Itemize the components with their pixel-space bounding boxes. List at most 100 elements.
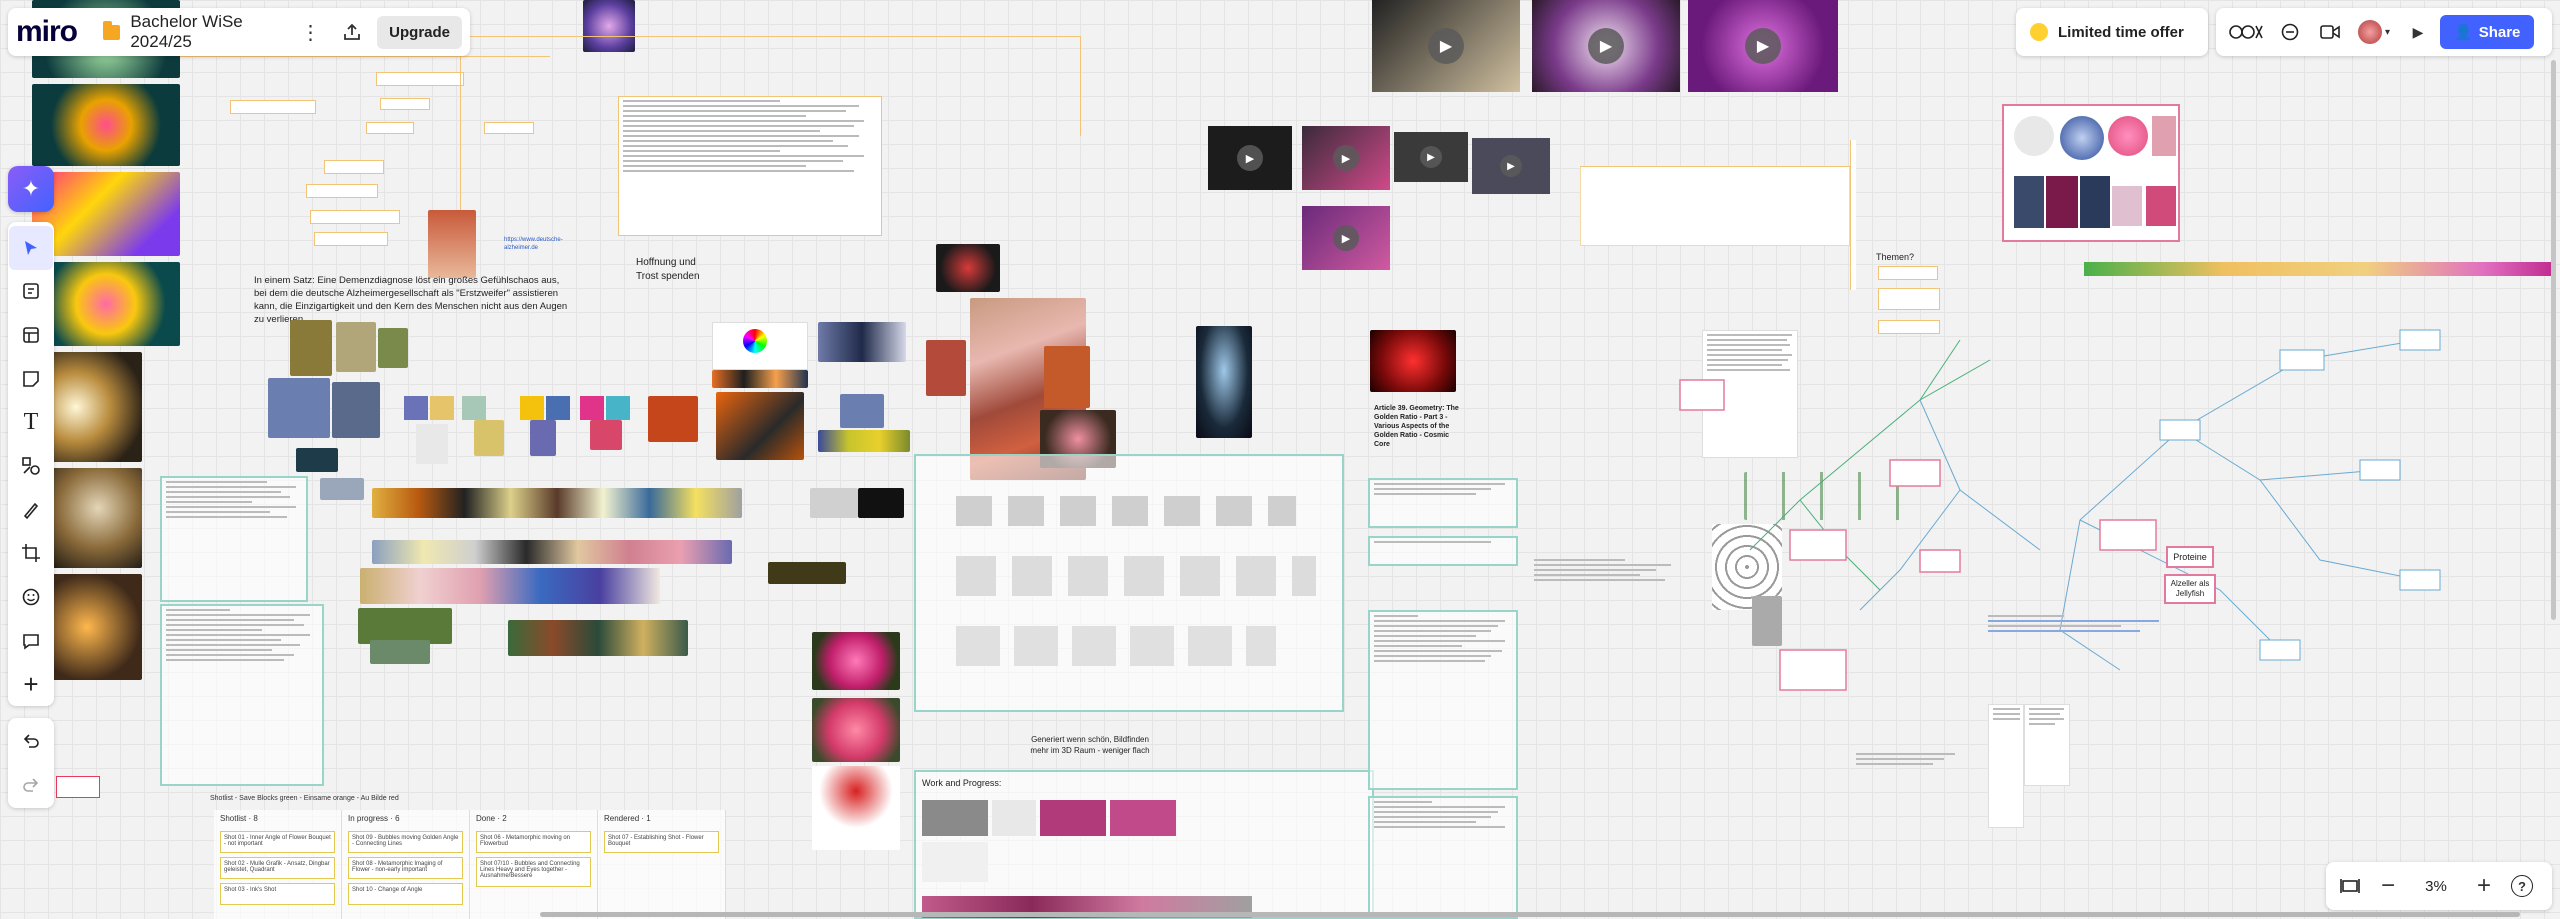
chat-icon[interactable] — [2272, 14, 2308, 50]
board-image[interactable] — [416, 424, 448, 464]
reactions-icon[interactable] — [2224, 14, 2268, 50]
frame-icon[interactable] — [9, 313, 53, 357]
board-image[interactable] — [810, 488, 858, 518]
board-canvas[interactable]: https://www.deutsche-alzheimer.de Hoffnu… — [0, 0, 2560, 919]
shapes-icon[interactable] — [9, 444, 53, 488]
board-image[interactable] — [360, 568, 660, 604]
kanban-card[interactable]: Shot 07 - Establishing Shot - Flower Bou… — [604, 831, 719, 853]
board-image[interactable] — [336, 322, 376, 372]
kanban-card[interactable]: Shot 03 - Ink's Shot — [220, 883, 335, 905]
help-button[interactable]: ? — [2504, 868, 2540, 904]
board-image[interactable] — [712, 370, 808, 388]
ai-assistant-button[interactable]: ✦ — [8, 166, 54, 212]
board-image[interactable] — [926, 340, 966, 396]
emoji-icon[interactable] — [9, 575, 53, 619]
notes-frame[interactable] — [1368, 536, 1518, 566]
mindmap-node[interactable] — [376, 72, 464, 86]
mindmap-node[interactable] — [324, 160, 384, 174]
board-image[interactable] — [378, 328, 408, 368]
board-image-rose-2[interactable] — [812, 698, 900, 762]
mindmap-node[interactable] — [314, 232, 388, 246]
mindmap-node[interactable] — [380, 98, 430, 110]
play-icon[interactable]: ▶ — [2400, 14, 2436, 50]
board-title[interactable]: Bachelor WiSe 2024/25 — [130, 12, 285, 52]
kanban-card[interactable]: Shot 08 - Metamorphic Imaging of Flower … — [348, 857, 463, 879]
redo-icon[interactable] — [9, 763, 53, 807]
color-swatch[interactable] — [430, 396, 454, 420]
plus-icon[interactable]: + — [9, 662, 53, 706]
image-collage-frame[interactable] — [2002, 104, 2180, 242]
video-thumbnail[interactable]: ▶ — [1532, 0, 1680, 92]
board-image[interactable] — [320, 478, 364, 500]
board-image[interactable] — [768, 562, 846, 584]
color-swatch[interactable] — [462, 396, 486, 420]
board-image-flower-3[interactable] — [32, 172, 180, 256]
alzheimer-jellyfish-box[interactable]: Alzeller als Jellyfish — [2164, 574, 2216, 604]
mindmap-diagram[interactable] — [1660, 250, 2540, 770]
fit-to-screen-icon[interactable] — [2332, 868, 2368, 904]
video-thumbnail[interactable]: ▶ — [1394, 132, 1468, 182]
board-image[interactable] — [590, 420, 622, 450]
color-swatch[interactable] — [404, 396, 428, 420]
horizontal-scrollbar[interactable] — [540, 912, 2520, 917]
video-thumbnail[interactable]: ▶ — [1208, 126, 1292, 190]
notes-frame[interactable] — [160, 476, 308, 602]
offer-panel[interactable]: Limited time offer — [2016, 8, 2208, 56]
play-icon[interactable]: ▶ — [1428, 28, 1464, 64]
kanban-column[interactable]: Shotlist · 8 Shot 01 - Inner Angle of Fl… — [214, 810, 342, 919]
board-image-flower-2[interactable] — [32, 84, 180, 166]
board-image[interactable] — [332, 382, 380, 438]
kanban-card[interactable]: Shot 06 - Metamorphic moving on Flowerbu… — [476, 831, 591, 853]
color-swatch[interactable] — [606, 396, 630, 420]
kanban-column[interactable]: Done · 2 Shot 06 - Metamorphic moving on… — [470, 810, 598, 919]
sticky-note-icon[interactable] — [9, 357, 53, 401]
board-image[interactable] — [530, 420, 556, 456]
board-image[interactable] — [290, 320, 332, 376]
board-image-top[interactable] — [583, 0, 635, 52]
notes-frame[interactable] — [1368, 478, 1518, 528]
palette-card[interactable] — [712, 322, 808, 370]
play-icon[interactable]: ▶ — [1420, 146, 1442, 168]
board-image-flower-4[interactable] — [32, 262, 180, 346]
board-image[interactable] — [508, 620, 688, 656]
play-icon[interactable]: ▶ — [1745, 28, 1781, 64]
vertical-dots-icon[interactable]: ⋮ — [295, 14, 326, 50]
video-thumbnail[interactable]: ▶ — [1472, 138, 1550, 194]
proteine-box[interactable]: Proteine — [2166, 546, 2214, 568]
mindmap-node[interactable] — [1580, 166, 1850, 246]
board-image[interactable] — [840, 394, 884, 428]
notes-frame[interactable] — [1368, 610, 1518, 790]
kanban-card[interactable]: Shot 01 - Inner Angle of Flower Bouquet … — [220, 831, 335, 853]
video-thumbnail[interactable]: ▶ — [1688, 0, 1838, 92]
pen-icon[interactable] — [9, 488, 53, 532]
work-progress-frame[interactable]: Work and Progress: — [914, 770, 1374, 919]
color-swatch[interactable] — [546, 396, 570, 420]
play-icon[interactable]: ▶ — [1333, 225, 1359, 251]
mindmap-node[interactable] — [366, 122, 414, 134]
mindmap-node[interactable] — [306, 184, 378, 198]
kanban-column[interactable]: Rendered · 1 Shot 07 - Establishing Shot… — [598, 810, 726, 919]
article-image[interactable] — [1370, 330, 1456, 392]
board-image[interactable] — [858, 488, 904, 518]
board-image[interactable] — [372, 488, 742, 518]
article-title[interactable]: Article 39. Geometry: The Golden Ratio -… — [1374, 404, 1460, 449]
upload-icon[interactable] — [336, 14, 367, 50]
share-button[interactable]: 👤 Share — [2440, 15, 2535, 49]
play-icon[interactable]: ▶ — [1237, 145, 1263, 171]
miro-logo[interactable]: miro — [16, 15, 78, 49]
play-icon[interactable]: ▶ — [1588, 28, 1624, 64]
color-swatch[interactable] — [520, 396, 544, 420]
play-icon[interactable]: ▶ — [1500, 155, 1522, 177]
video-thumbnail[interactable]: ▶ — [1372, 0, 1520, 92]
board-image[interactable] — [268, 378, 330, 438]
undo-icon[interactable] — [9, 719, 53, 763]
board-image-rose-3[interactable] — [812, 766, 900, 850]
board-image-rose-1[interactable] — [812, 632, 900, 690]
comment-icon[interactable] — [9, 619, 53, 663]
board-image[interactable] — [818, 322, 906, 362]
text-block-research[interactable] — [618, 96, 882, 236]
mindmap-node[interactable] — [310, 210, 400, 224]
kanban-card[interactable]: Shot 07/10 - Bubbles and Connecting Line… — [476, 857, 591, 887]
zoom-level[interactable]: 3% — [2408, 878, 2464, 895]
document-scan[interactable] — [1988, 704, 2024, 828]
